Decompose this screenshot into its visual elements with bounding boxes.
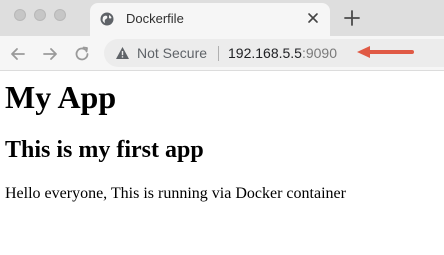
back-arrow-icon[interactable] bbox=[8, 44, 28, 64]
url-text[interactable]: 192.168.5.5:9090 bbox=[228, 45, 337, 61]
minimize-window-button[interactable] bbox=[34, 9, 46, 21]
close-icon[interactable] bbox=[306, 11, 320, 25]
page-content: My App This is my first app Hello everyo… bbox=[0, 71, 444, 255]
warning-icon[interactable] bbox=[115, 46, 130, 60]
security-status-label[interactable]: Not Secure bbox=[137, 45, 207, 61]
annotation-arrow-icon bbox=[354, 43, 416, 61]
url-port: :9090 bbox=[301, 45, 338, 61]
reload-icon[interactable] bbox=[72, 44, 92, 64]
browser-titlebar: Dockerfile bbox=[0, 0, 444, 36]
tab-title: Dockerfile bbox=[126, 11, 184, 26]
browser-tab[interactable]: Dockerfile bbox=[90, 3, 330, 36]
address-separator bbox=[218, 46, 219, 61]
maximize-window-button[interactable] bbox=[54, 9, 66, 21]
plus-icon[interactable] bbox=[342, 8, 362, 28]
forward-arrow-icon[interactable] bbox=[40, 44, 60, 64]
page-heading: My App bbox=[5, 79, 117, 115]
page-subheading: This is my first app bbox=[5, 137, 204, 163]
url-host: 192.168.5.5 bbox=[228, 45, 302, 61]
close-window-button[interactable] bbox=[14, 9, 26, 21]
page-body-text: Hello everyone, This is running via Dock… bbox=[5, 185, 346, 202]
globe-icon bbox=[100, 12, 114, 26]
